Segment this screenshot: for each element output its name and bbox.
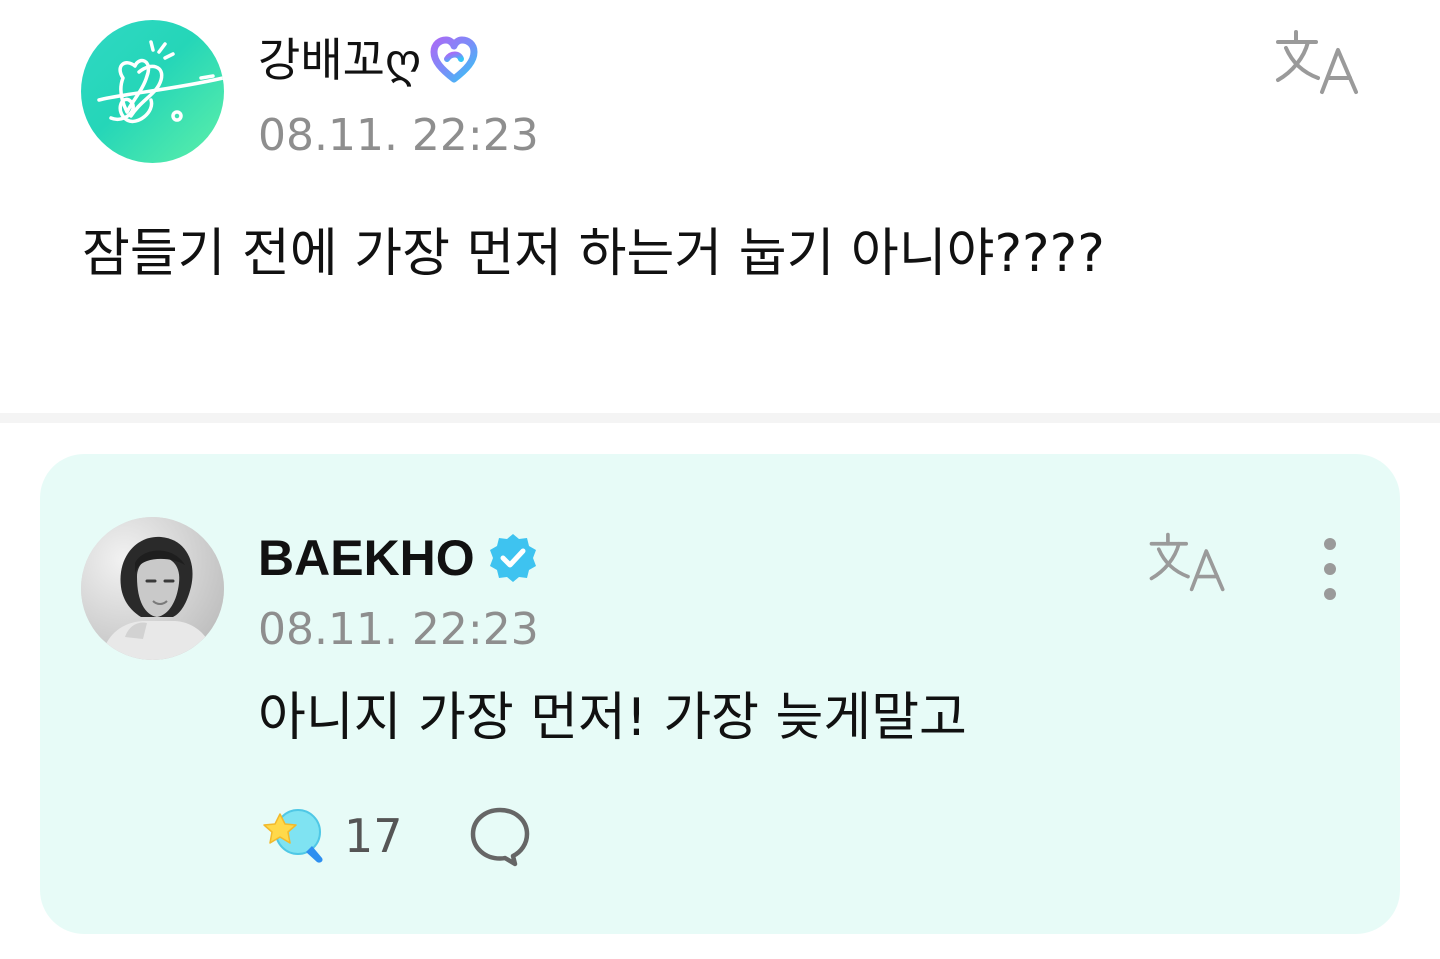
fan-author-name[interactable]: 강배꼬ღ (258, 28, 421, 92)
star-lightstick-icon[interactable] (258, 804, 330, 868)
translate-button-reply[interactable] (1146, 528, 1230, 596)
translate-icon (1276, 30, 1358, 94)
reaction-bar: 17 (258, 804, 533, 868)
heart-doodle-icon (97, 40, 224, 124)
fan-post-body: 잠들기 전에 가장 먼저 하는거 눕기 아니야???? (82, 224, 1105, 284)
artist-reply-body: 아니지 가장 먼저! 가장 늦게말고 (258, 688, 967, 748)
fan-avatar[interactable] (81, 20, 224, 163)
artist-avatar[interactable] (81, 517, 224, 660)
fan-post-timestamp: 08.11. 22:23 (258, 110, 539, 161)
like-count: 17 (344, 809, 403, 863)
artist-reply-timestamp: 08.11. 22:23 (258, 604, 539, 655)
more-options-button[interactable] (1306, 534, 1354, 604)
membership-heart-badge-icon (429, 35, 479, 85)
artist-author-row: BAEKHO (258, 526, 539, 590)
section-divider (0, 413, 1440, 423)
artist-photo-image (81, 517, 224, 660)
translate-button[interactable] (1272, 28, 1364, 96)
artist-author-name[interactable]: BAEKHO (258, 526, 475, 590)
artist-reply-card: BAEKHO 08.11. 22:23 아니지 가장 먼저! 가장 늦게말고 1… (40, 454, 1400, 934)
verified-badge-icon (487, 532, 539, 584)
more-vertical-icon (1324, 538, 1336, 600)
fan-author-row: 강배꼬ღ (258, 28, 479, 92)
fan-post: 강배꼬ღ 08.11. 22:23 잠들기 전에 가장 먼저 하는거 눕기 아니… (0, 0, 1440, 413)
comment-bubble-icon[interactable] (467, 804, 533, 868)
translate-icon (1149, 532, 1225, 592)
